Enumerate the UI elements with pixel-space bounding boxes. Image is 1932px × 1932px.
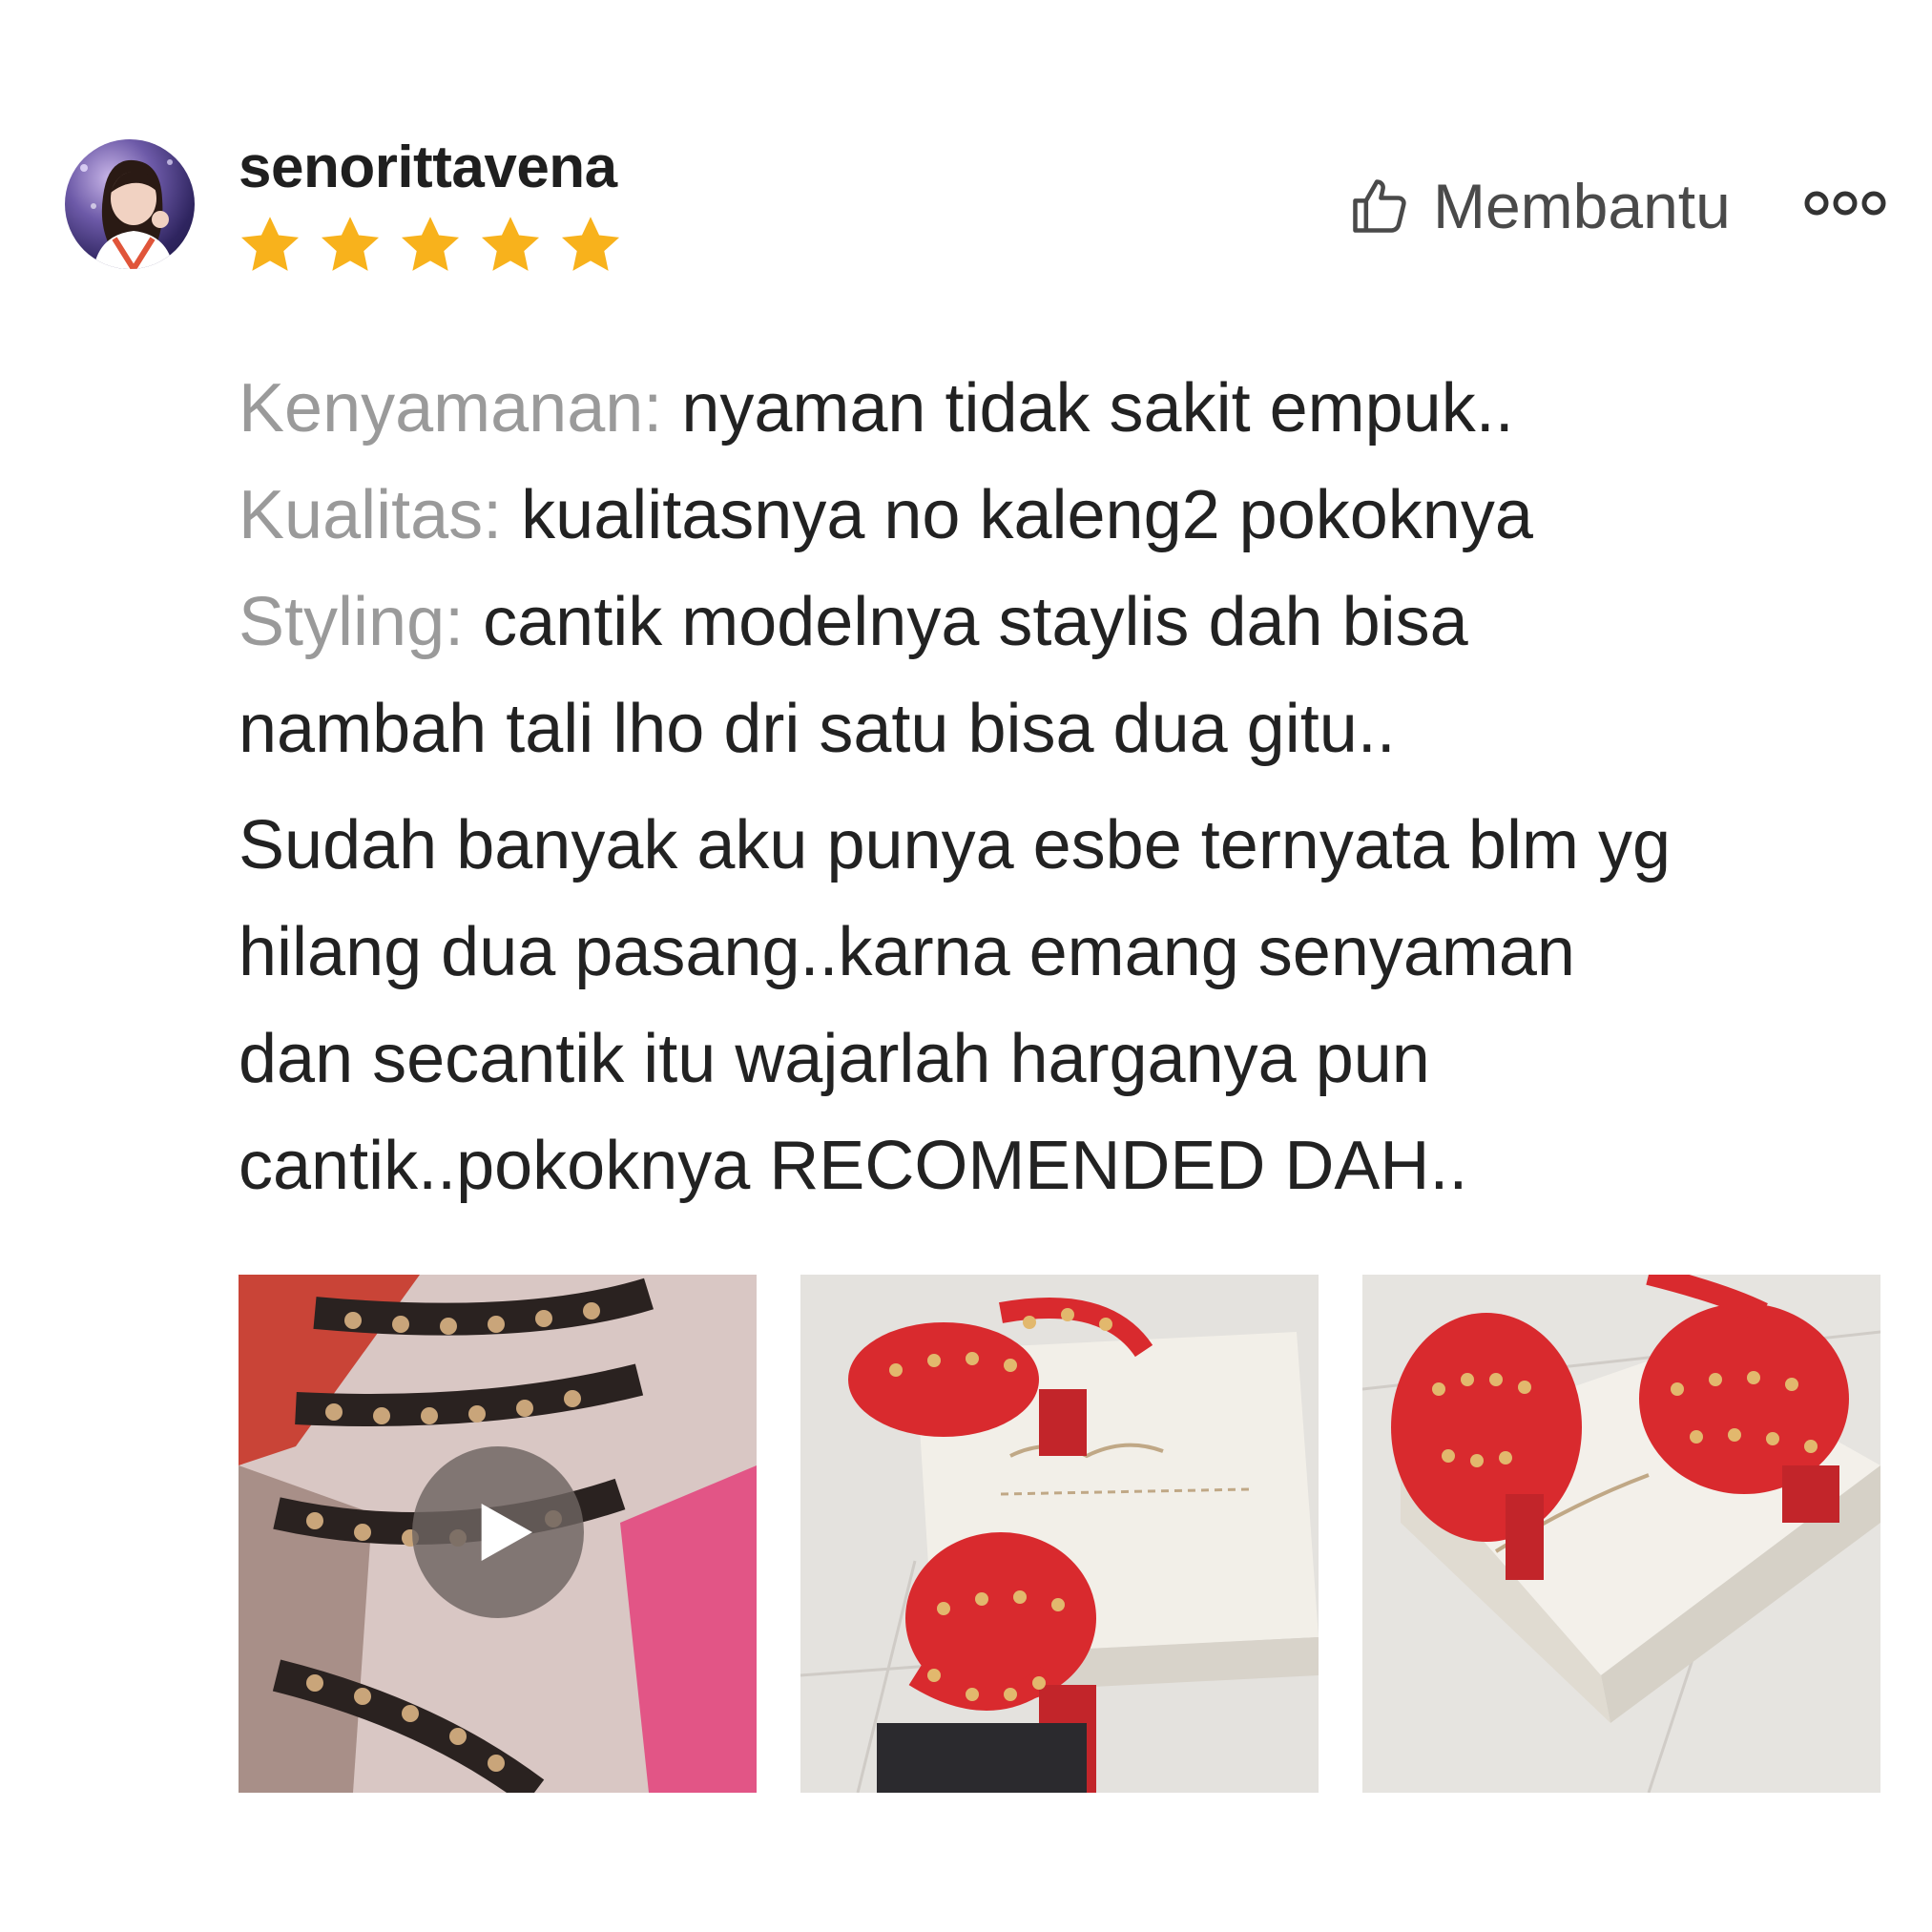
review-body-line: hilang dua pasang..karna emang senyaman <box>239 914 1575 990</box>
review-body-line: dan secantik itu wajarlah harganya pun <box>239 1021 1430 1097</box>
play-button[interactable] <box>412 1446 584 1618</box>
sandals-on-box-photo <box>800 1275 1319 1793</box>
star-icon <box>321 217 380 271</box>
media-thumbnail[interactable] <box>1362 1275 1880 1793</box>
media-thumbnail[interactable] <box>800 1275 1319 1793</box>
helpful-button[interactable]: Membantu <box>1347 170 1731 242</box>
quality-label: Kualitas: <box>239 477 503 553</box>
comfort-line: Kenyamanan: nyaman tidak sakit empuk.. <box>239 355 1880 462</box>
quality-line: Kualitas: kualitasnya no kaleng2 pokokny… <box>239 462 1880 569</box>
more-dots-icon <box>1804 191 1886 216</box>
star-rating <box>237 212 624 279</box>
quality-text: kualitasnya no kaleng2 pokoknya <box>502 477 1533 553</box>
styling-line-2: nambah tali lho dri satu bisa dua gitu.. <box>239 691 1396 767</box>
review-body-line: Sudah banyak aku punya esbe ternyata blm… <box>239 807 1671 883</box>
styling-label: Styling: <box>239 584 465 660</box>
review-body: Sudah banyak aku punya esbe ternyata blm… <box>239 792 1880 1219</box>
avatar-image <box>80 159 174 269</box>
star-icon <box>481 217 540 271</box>
sandals-box-angle-photo <box>1362 1275 1880 1793</box>
media-thumbnail-video[interactable] <box>239 1275 757 1793</box>
reviewer-username[interactable]: senorittavena <box>239 134 617 201</box>
play-icon <box>481 1504 532 1561</box>
comfort-label: Kenyamanan: <box>239 370 663 447</box>
review-text: Kenyamanan: nyaman tidak sakit empuk.. K… <box>239 355 1880 1219</box>
styling-text: cantik modelnya staylis dah bisa <box>464 584 1468 660</box>
reviewer-avatar[interactable] <box>65 139 195 269</box>
thumbs-up-icon <box>1353 179 1406 233</box>
star-icon <box>240 217 300 271</box>
comfort-text: nyaman tidak sakit empuk.. <box>662 370 1514 447</box>
styling-line: Styling: cantik modelnya staylis dah bis… <box>239 569 1880 675</box>
more-options-button[interactable] <box>1803 187 1887 219</box>
star-icon <box>561 217 620 271</box>
review-body-line: cantik..pokoknya RECOMENDED DAH.. <box>239 1128 1468 1204</box>
helpful-label: Membantu <box>1433 171 1731 241</box>
review-media <box>239 1275 1880 1793</box>
star-icon <box>401 217 460 271</box>
